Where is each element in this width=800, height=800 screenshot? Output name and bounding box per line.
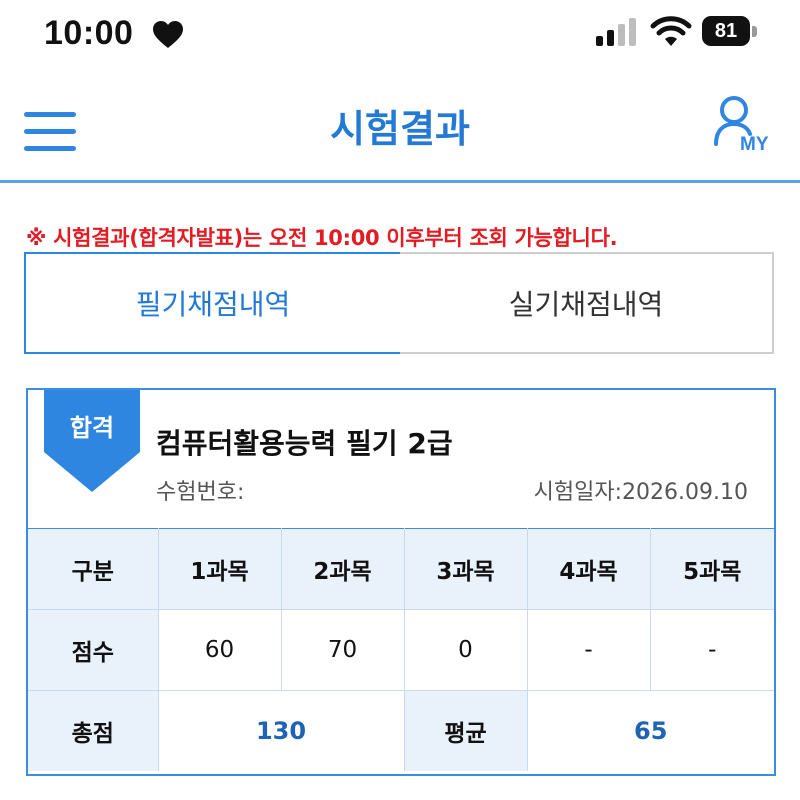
average-score: 65 <box>526 690 774 771</box>
tab-practical-scoring[interactable]: 실기채점내역 <box>400 252 774 354</box>
table-row: 점수 60 70 0 - - <box>28 609 774 691</box>
col-header: 4과목 <box>526 528 651 610</box>
notice-suffix: 이후부터 조회 가능합니다. <box>379 226 618 250</box>
total-label: 총점 <box>28 690 159 771</box>
col-header: 3과목 <box>403 528 528 610</box>
signal-icon <box>596 18 636 46</box>
score-row-label: 점수 <box>28 609 159 691</box>
pass-badge: 합격 <box>69 414 115 442</box>
my-label: MY <box>740 134 769 155</box>
notice-time: 10:00 <box>313 226 380 250</box>
exam-number-label: 수험번호: <box>156 480 245 505</box>
heart-icon <box>153 21 183 48</box>
battery-icon: 81 <box>702 16 758 46</box>
total-score: 130 <box>157 690 405 771</box>
result-card: 합격 컴퓨터활용능력 필기 2급 수험번호: 시험일자:2026.09.10 구… <box>26 388 776 776</box>
tab-written-scoring[interactable]: 필기채점내역 <box>24 252 402 354</box>
exam-date: 시험일자:2026.09.10 <box>533 480 748 505</box>
notice-text: ※ 시험결과(합격자발표)는 오전 10:00 이후부터 조회 가능합니다. <box>26 222 618 252</box>
my-page-button[interactable]: MY <box>712 94 782 158</box>
col-header: 2과목 <box>280 528 405 610</box>
col-header: 1과목 <box>157 528 282 610</box>
table-header-row: 구분 1과목 2과목 3과목 4과목 5과목 <box>28 528 774 610</box>
wifi-icon <box>650 16 692 46</box>
col-header: 5과목 <box>649 528 774 610</box>
notice-prefix: ※ 시험결과(합격자발표)는 오전 <box>26 226 314 250</box>
table-row: 총점 130 평균 65 <box>28 690 774 771</box>
score-cell: 70 <box>280 609 405 691</box>
app-header: 시험결과 MY <box>0 70 800 180</box>
score-cell: - <box>526 609 651 691</box>
result-tabs: 필기채점내역 실기채점내역 <box>24 252 774 356</box>
score-cell: - <box>649 609 774 691</box>
score-table: 구분 1과목 2과목 3과목 4과목 5과목 점수 60 70 0 - - 총점… <box>28 528 774 771</box>
battery-level: 81 <box>702 16 750 46</box>
exam-name: 컴퓨터활용능력 필기 2급 <box>156 427 453 460</box>
status-time: 10:00 <box>44 14 134 52</box>
battery-tip <box>752 26 757 37</box>
col-header: 구분 <box>28 528 159 610</box>
score-cell: 60 <box>157 609 282 691</box>
page-title: 시험결과 <box>330 107 470 151</box>
average-label: 평균 <box>403 690 528 771</box>
header-divider <box>0 180 800 183</box>
status-bar: 10:00 81 <box>0 0 800 70</box>
score-cell: 0 <box>403 609 528 691</box>
